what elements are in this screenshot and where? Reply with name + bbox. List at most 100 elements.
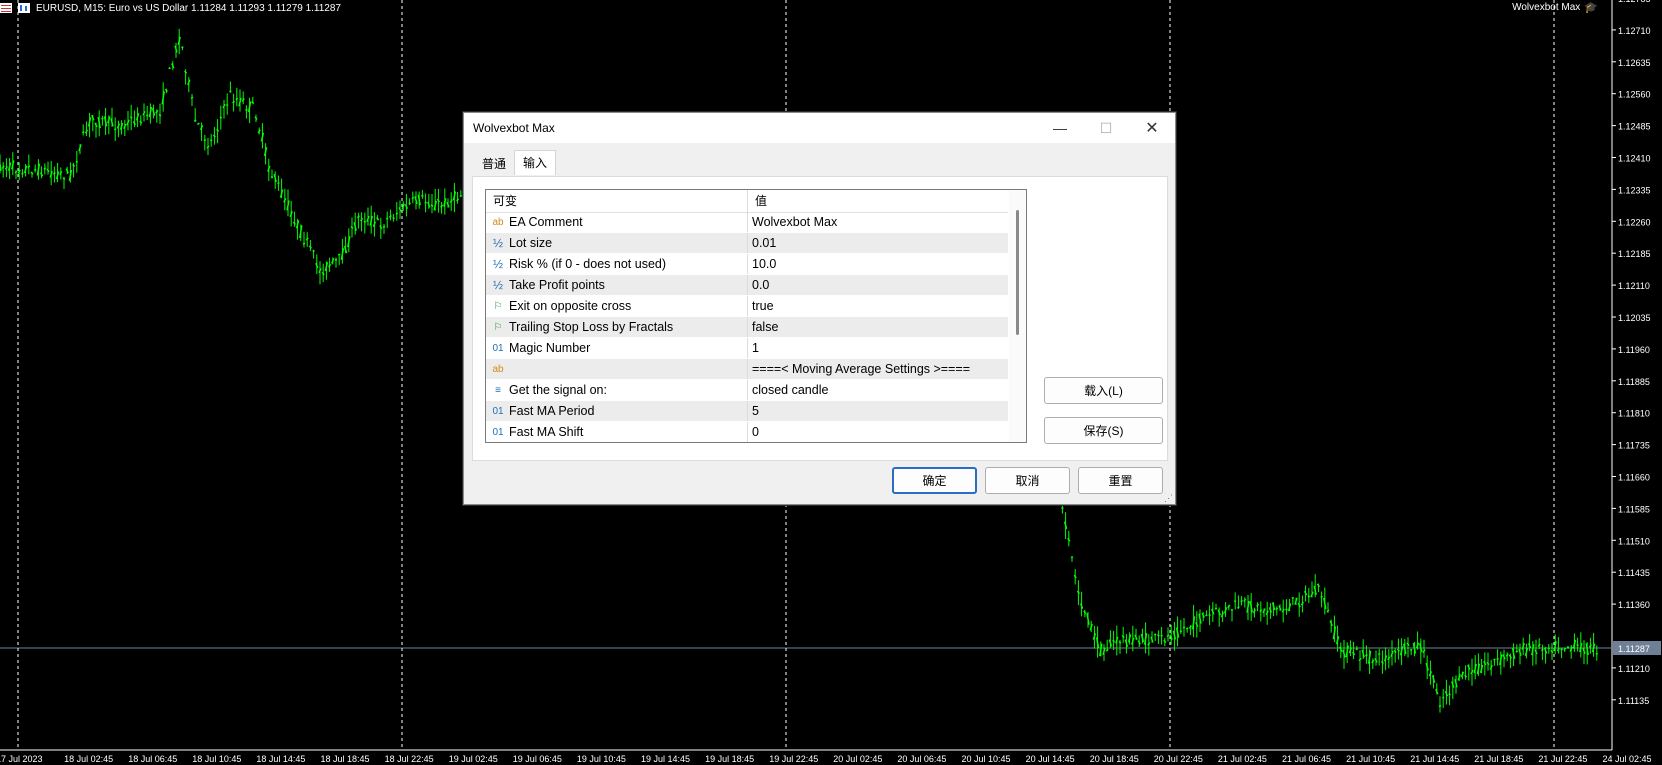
parameter-value[interactable]: ====< Moving Average Settings >==== <box>748 359 1008 379</box>
parameter-name-cell[interactable]: 01 Magic Number <box>486 338 748 358</box>
chart-menu-icon[interactable] <box>0 3 12 13</box>
cancel-button[interactable]: 取消 <box>985 467 1070 494</box>
price-label: 1.12110 <box>1618 281 1650 291</box>
parameter-row[interactable]: ab EA Comment Wolvexbot Max <box>486 212 1008 233</box>
candle-body <box>1166 634 1170 638</box>
candle-body <box>110 118 114 127</box>
minimize-icon[interactable]: — <box>1037 113 1083 143</box>
ok-button[interactable]: 确定 <box>892 467 977 494</box>
parameter-row[interactable]: ½ Take Profit points 0.0 <box>486 275 1008 296</box>
candle-body <box>1131 637 1135 645</box>
parameter-name: Fast MA Shift <box>509 425 584 439</box>
candle-body <box>11 160 15 170</box>
parameter-row[interactable]: 01 Fast MA Shift 0 <box>486 422 1008 442</box>
candle-body <box>1073 574 1077 579</box>
parameter-value[interactable]: Wolvexbot Max <box>748 212 1008 232</box>
parameter-value[interactable]: closed candle <box>748 380 1008 400</box>
candle-body <box>1175 627 1180 638</box>
parameter-value[interactable]: 0.01 <box>748 233 1008 253</box>
tab-common[interactable]: 普通 <box>474 152 514 174</box>
parameter-name-cell[interactable]: 01 Fast MA Shift <box>486 422 748 442</box>
time-label: 21 Jul 18:45 <box>1474 754 1523 764</box>
column-header-value[interactable]: 值 <box>748 190 1008 212</box>
candle-body <box>151 108 156 116</box>
candle-body <box>376 216 380 221</box>
integer-type-icon: 01 <box>492 342 504 354</box>
parameter-value[interactable]: 5 <box>748 401 1008 421</box>
time-label: 18 Jul 02:45 <box>64 754 113 764</box>
graduation-cap-icon: 🎓 <box>1584 2 1598 14</box>
parameter-name-cell[interactable]: ≡ Get the signal on: <box>486 380 748 400</box>
parameter-name-cell[interactable]: 01 Fast MA Period <box>486 401 748 421</box>
candle-body <box>433 200 437 211</box>
candle-body <box>327 263 332 268</box>
trade-panel-icon[interactable] <box>18 3 30 13</box>
candle-body <box>1220 612 1225 618</box>
parameter-name-cell[interactable]: ½ Risk % (if 0 - does not used) <box>486 254 748 274</box>
parameter-value[interactable]: 1 <box>748 338 1008 358</box>
parameter-name: Lot size <box>509 236 553 250</box>
candle-body <box>1163 639 1167 644</box>
parameter-row[interactable]: ½ Lot size 0.01 <box>486 233 1008 254</box>
reset-button[interactable]: 重置 <box>1078 467 1163 494</box>
candle-body <box>1089 623 1093 631</box>
candle-body <box>1262 608 1266 614</box>
parameter-row[interactable]: ⚐ Exit on opposite cross true <box>486 296 1008 317</box>
parameter-row[interactable]: 01 Magic Number 1 <box>486 338 1008 359</box>
candle-body <box>81 131 85 134</box>
parameter-value[interactable]: 0 <box>748 422 1008 442</box>
candle-body <box>1185 627 1189 630</box>
candle-body <box>257 129 261 134</box>
candle-body <box>1198 613 1202 624</box>
candle-body <box>139 120 143 124</box>
parameter-row[interactable]: ≡ Get the signal on: closed candle <box>486 380 1008 401</box>
candle-body <box>247 101 252 113</box>
candle-body <box>94 122 98 128</box>
parameter-row[interactable]: ⚐ Trailing Stop Loss by Fractals false <box>486 317 1008 338</box>
parameter-name-cell[interactable]: ⚐ Exit on opposite cross <box>486 296 748 316</box>
double-type-icon: ½ <box>492 257 503 271</box>
column-header-variable[interactable]: 可变 <box>486 190 748 212</box>
dialog-titlebar[interactable]: Wolvexbot Max — ☐ ✕ <box>464 113 1175 143</box>
candle-body <box>145 114 149 117</box>
parameter-value[interactable]: true <box>748 296 1008 316</box>
scrollbar-thumb[interactable] <box>1016 210 1019 335</box>
candle-body <box>1252 609 1257 614</box>
parameter-name-cell[interactable]: ½ Take Profit points <box>486 275 748 295</box>
candle-body <box>1454 679 1458 688</box>
close-icon[interactable]: ✕ <box>1129 113 1175 143</box>
parameter-value[interactable]: false <box>748 317 1008 337</box>
time-label: 19 Jul 22:45 <box>769 754 818 764</box>
parameter-name-cell[interactable]: ½ Lot size <box>486 233 748 253</box>
parameter-row[interactable]: 01 Fast MA Period 5 <box>486 401 1008 422</box>
parameter-row[interactable]: ½ Risk % (if 0 - does not used) 10.0 <box>486 254 1008 275</box>
candle-body <box>1188 625 1193 629</box>
parameter-name-cell[interactable]: ab <box>486 359 748 379</box>
candle-body <box>379 225 383 230</box>
candle-body <box>7 162 12 171</box>
parameter-value[interactable]: 0.0 <box>748 275 1008 295</box>
tab-inputs[interactable]: 输入 <box>514 150 557 175</box>
candle-body <box>1271 602 1276 611</box>
expert-advisor-label[interactable]: Wolvexbot Max 🎓 <box>1512 1 1598 14</box>
maximize-icon[interactable]: ☐ <box>1083 113 1129 143</box>
candle-body <box>1275 607 1279 611</box>
parameter-name-cell[interactable]: ⚐ Trailing Stop Loss by Fractals <box>486 317 748 337</box>
load-button[interactable]: 载入(L) <box>1044 377 1163 404</box>
candle-body <box>1118 641 1122 644</box>
candle-body <box>1470 669 1474 675</box>
bool-type-icon: ⚐ <box>493 321 503 333</box>
candle-body <box>1365 654 1368 657</box>
parameter-name-cell[interactable]: ab EA Comment <box>486 212 748 232</box>
save-button[interactable]: 保存(S) <box>1044 417 1163 444</box>
candle-body <box>187 79 191 86</box>
candle-body <box>1147 641 1151 646</box>
candle-body <box>1099 643 1103 657</box>
candle-body <box>1083 610 1087 615</box>
candle-body <box>1342 649 1346 658</box>
resize-grip-icon[interactable]: ⋰ <box>1164 493 1174 503</box>
candle-body <box>421 194 424 198</box>
grid-scrollbar[interactable] <box>1009 190 1026 442</box>
parameter-row[interactable]: ab ====< Moving Average Settings >==== <box>486 359 1008 380</box>
parameter-value[interactable]: 10.0 <box>748 254 1008 274</box>
